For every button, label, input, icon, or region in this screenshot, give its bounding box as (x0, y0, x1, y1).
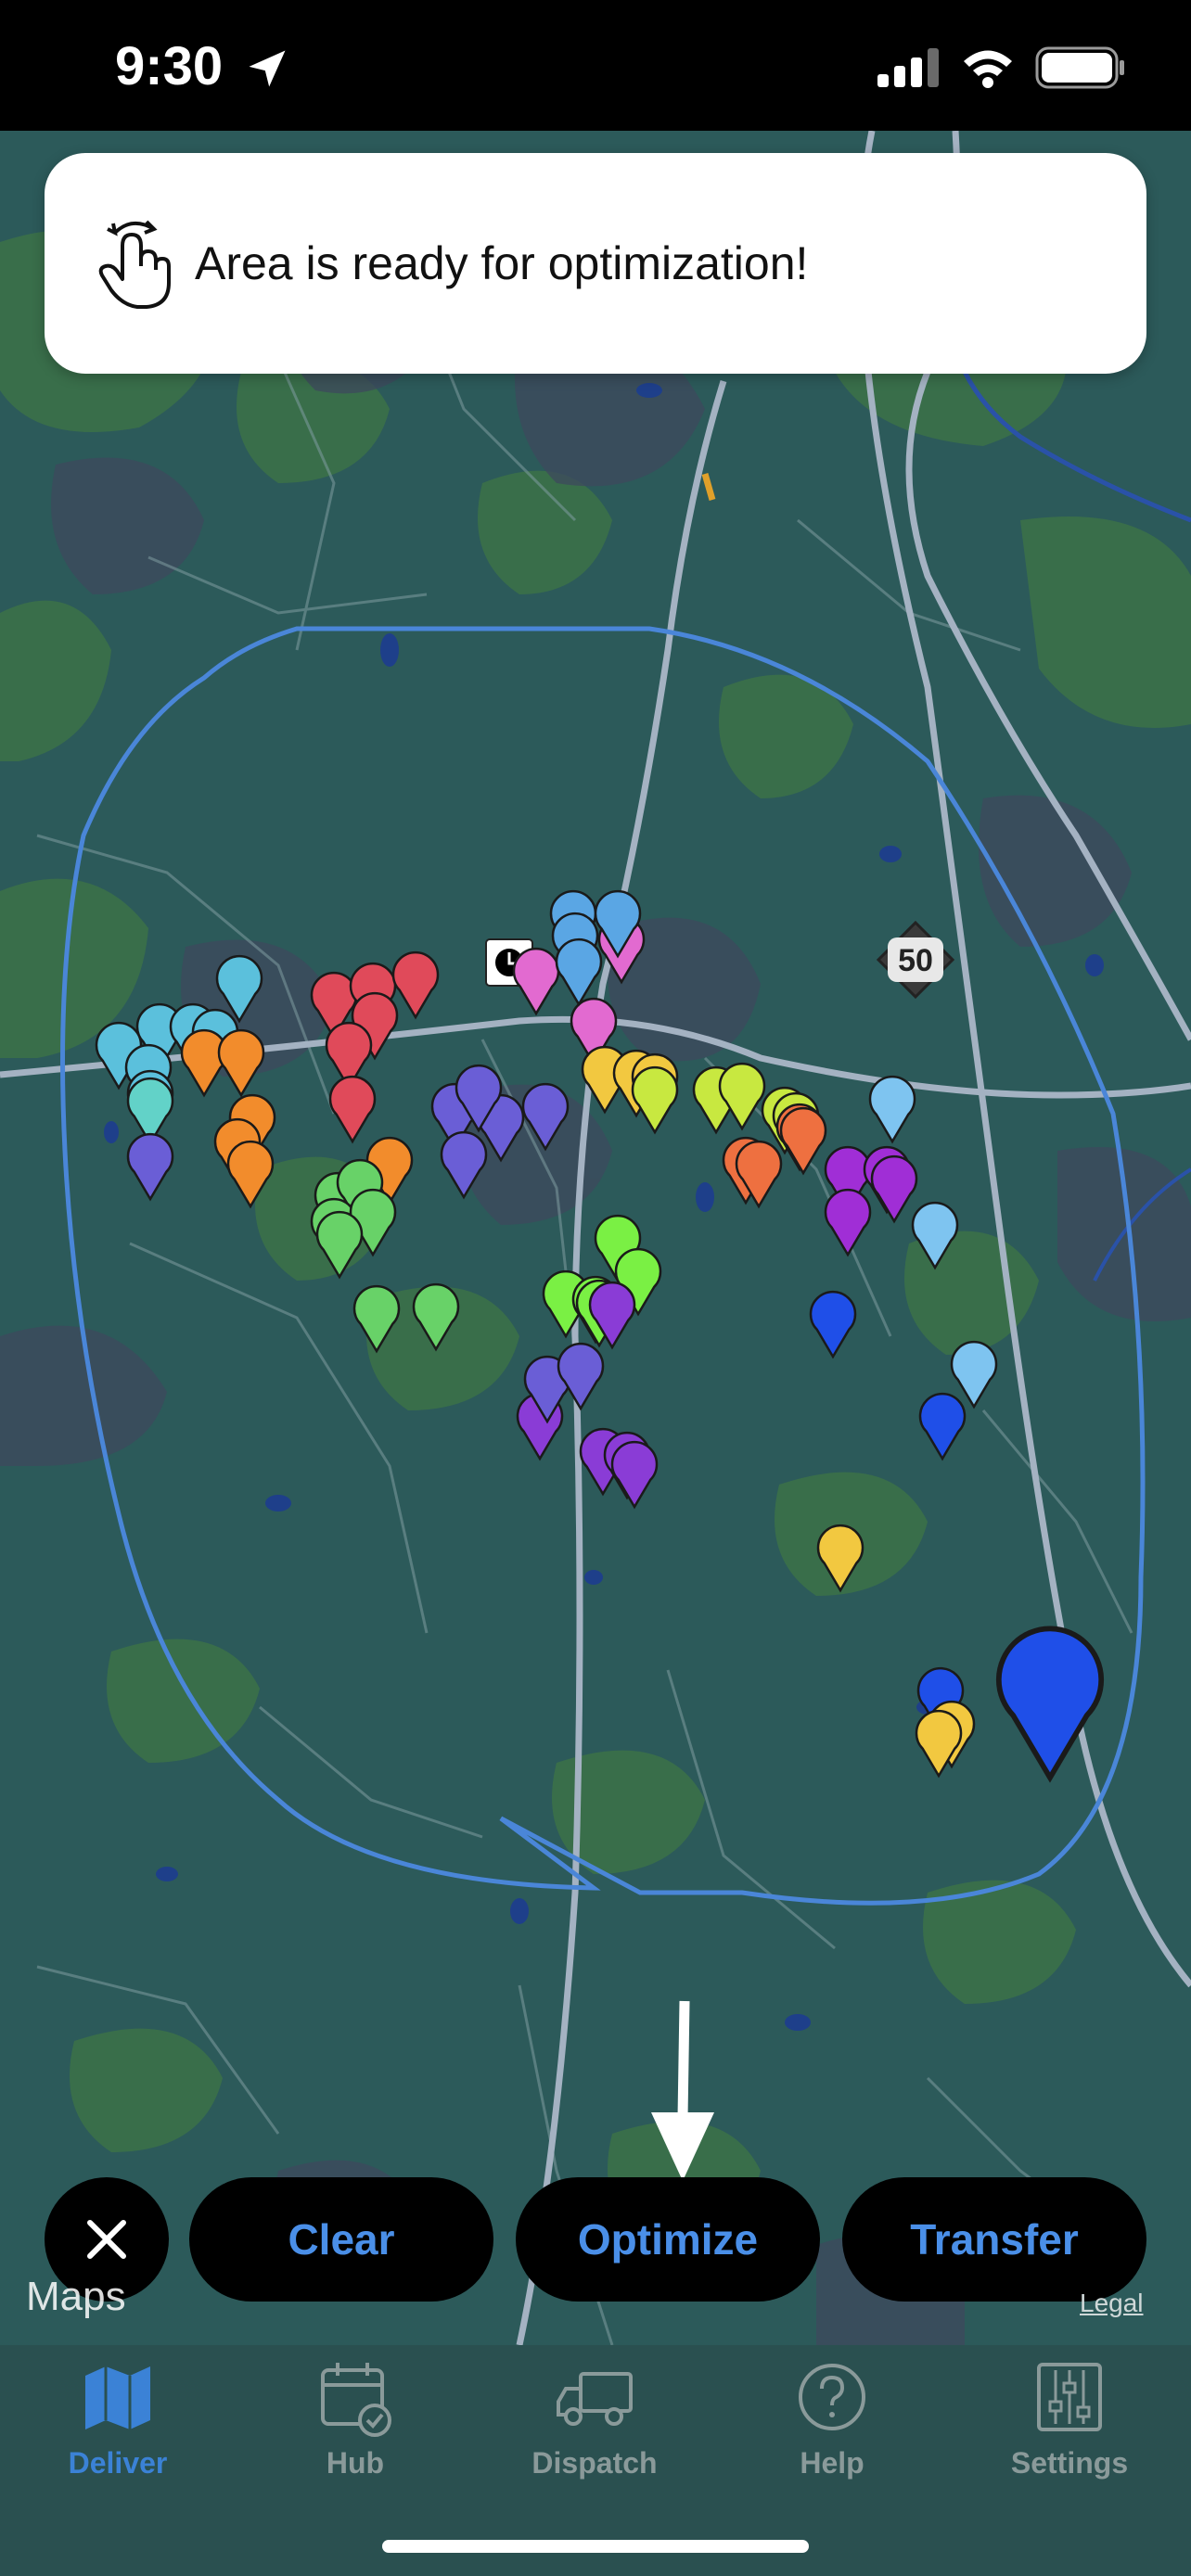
delivery-pin[interactable] (555, 937, 603, 1007)
delivery-pin[interactable] (995, 1626, 1105, 1783)
tab-dispatch[interactable]: Dispatch (502, 2355, 687, 2480)
delivery-pin[interactable] (918, 1392, 967, 1461)
tab-help-label: Help (800, 2446, 864, 2480)
map-view[interactable]: 50 (0, 131, 1191, 2345)
delivery-pin[interactable] (631, 1065, 679, 1135)
close-icon (87, 2220, 126, 2259)
maps-attribution-label: Maps (26, 2274, 126, 2319)
optimization-banner: Area is ready for optimization! (45, 153, 1146, 374)
wifi-icon (964, 50, 1012, 88)
delivery-pin[interactable] (870, 1154, 918, 1224)
optimize-button[interactable]: Optimize (516, 2177, 820, 2302)
delivery-pin[interactable] (911, 1201, 959, 1270)
legal-link[interactable]: Legal (1080, 2289, 1144, 2318)
tab-dispatch-label: Dispatch (531, 2446, 658, 2480)
delivery-pin[interactable] (512, 947, 560, 1016)
home-indicator (382, 2540, 809, 2553)
delivery-pin[interactable] (610, 1440, 659, 1510)
delivery-pin[interactable] (352, 1284, 401, 1354)
delivery-pin[interactable] (718, 1062, 766, 1131)
clear-button[interactable]: Clear (189, 2177, 493, 2302)
delivery-pin[interactable] (226, 1140, 275, 1209)
pointer-arrow-icon (651, 2000, 714, 2181)
question-icon (799, 2364, 865, 2430)
tab-hub[interactable]: Hub (263, 2355, 448, 2480)
delivery-pin[interactable] (521, 1082, 570, 1152)
status-icons (877, 46, 1126, 89)
delivery-pin[interactable] (809, 1290, 857, 1359)
delivery-pin[interactable] (779, 1106, 827, 1176)
delivery-pin[interactable] (412, 1282, 460, 1352)
calendar-check-icon (321, 2363, 391, 2437)
status-bar: 9:30 (0, 0, 1191, 131)
map-icon (85, 2366, 150, 2429)
delivery-pin[interactable] (950, 1340, 998, 1409)
battery-icon (1035, 46, 1124, 89)
delivery-pin[interactable] (915, 1709, 963, 1779)
sliders-icon (1037, 2363, 1102, 2431)
tab-settings-label: Settings (1010, 2446, 1129, 2480)
delivery-pin[interactable] (315, 1210, 364, 1280)
cellular-signal-icon (877, 48, 939, 87)
maps-attribution: Maps (26, 2274, 126, 2320)
delivery-pin[interactable] (868, 1075, 916, 1144)
delivery-pin[interactable] (824, 1188, 872, 1257)
tab-settings[interactable]: Settings (977, 2355, 1162, 2480)
delivery-pin[interactable] (180, 1028, 228, 1098)
location-arrow-icon (249, 50, 286, 87)
transfer-button[interactable]: Transfer (842, 2177, 1146, 2302)
delivery-pin[interactable] (217, 1028, 265, 1098)
delivery-pin[interactable] (557, 1342, 605, 1411)
delivery-pin[interactable] (126, 1132, 174, 1202)
banner-text: Area is ready for optimization! (195, 237, 809, 289)
tab-help[interactable]: Help (739, 2355, 925, 2480)
delivery-pins[interactable] (0, 131, 1191, 2345)
truck-icon (557, 2372, 633, 2426)
delivery-pin[interactable] (391, 950, 440, 1020)
tab-deliver-label: Deliver (68, 2446, 168, 2480)
status-time: 9:30 (115, 36, 224, 96)
tab-hub-label: Hub (326, 2446, 385, 2480)
tab-deliver[interactable]: Deliver (25, 2355, 211, 2480)
delivery-pin[interactable] (328, 1075, 377, 1144)
hand-tap-icon (98, 220, 171, 309)
delivery-pin[interactable] (440, 1130, 488, 1200)
delivery-pin[interactable] (816, 1524, 864, 1593)
